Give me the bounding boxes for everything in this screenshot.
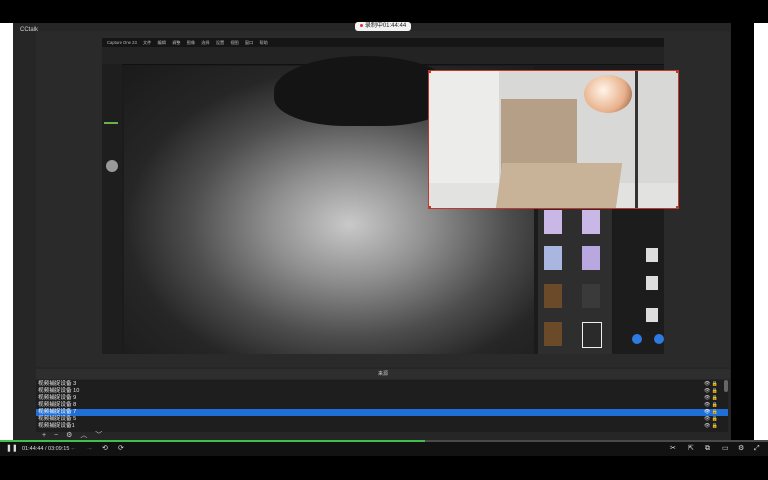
source-row[interactable]: 视频捕捉设备1 👁 🔒 — [36, 423, 728, 430]
file-thumbnail — [646, 308, 658, 322]
pause-icon[interactable]: ❚❚ — [6, 442, 18, 456]
recording-label: 录制中01:44:44 — [364, 23, 407, 29]
thumbnail — [544, 246, 562, 270]
player-controls: ❚❚ 01:44:44 / 03:09:15 ← → ⟲ ⟳ ✂ ⇱ ⧉ ▭ ⚙… — [0, 442, 768, 456]
source-label: 视频捕捉设备 5 — [38, 416, 77, 422]
menu-item: 窗口 — [244, 40, 254, 45]
scissors-icon[interactable]: ✂ — [670, 442, 676, 456]
move-down-button[interactable]: ﹀ — [95, 432, 102, 439]
light-stand — [635, 71, 638, 208]
source-label: 视频捕捉设备 8 — [38, 402, 77, 408]
avatar — [632, 334, 642, 344]
source-row[interactable]: 视频捕捉设备 8 👁 🔒 — [36, 402, 728, 409]
list-scrollbar[interactable] — [724, 380, 728, 392]
menu-item: 帮助 — [259, 40, 268, 45]
floor-board — [495, 163, 623, 208]
capture-menubar: Capture One 23 文件 编辑 调整 图像 选择 设置 视图 窗口 帮… — [102, 38, 664, 47]
record-dot-icon — [359, 23, 363, 27]
source-row-selected[interactable]: 视频捕捉设备 7 👁 🔒 — [36, 409, 728, 416]
hat-shape — [274, 56, 454, 126]
source-label: 视频捕捉设备 3 — [38, 381, 77, 387]
time-current: 01:44:44 — [22, 446, 44, 452]
thumbnail — [582, 210, 600, 234]
source-row[interactable]: 视频捕捉设备 9 👁 🔒 — [36, 395, 728, 402]
sources-header: 来源 — [36, 369, 730, 379]
settings-icon[interactable]: ⚙ — [738, 442, 744, 456]
sources-toolbar: + − ⚙ ︿ ﹀ — [36, 432, 156, 440]
next-icon[interactable]: → — [86, 442, 93, 456]
source-row[interactable]: 视频捕捉设备 3 👁 🔒 — [36, 381, 728, 388]
webcam-overlay[interactable] — [428, 70, 679, 209]
time-total: 03:09:15 — [48, 446, 70, 452]
visibility-lock-icon[interactable]: 👁 🔒 — [704, 395, 718, 402]
thumbnail — [582, 284, 600, 308]
tool-indicator — [104, 122, 118, 124]
add-source-button[interactable]: + — [42, 432, 46, 439]
file-thumbnail — [646, 276, 658, 290]
prev-icon[interactable]: ← — [70, 442, 77, 456]
sources-list: 视频捕捉设备 3 👁 🔒 视频捕捉设备 10 👁 🔒 视频捕捉设备 9 👁 🔒 视频捕… — [36, 380, 728, 432]
visibility-lock-icon[interactable]: 👁 🔒 — [704, 416, 718, 423]
visibility-lock-icon[interactable]: 👁 🔒 — [704, 409, 718, 416]
resize-handle[interactable] — [429, 71, 431, 73]
recording-badge: 录制中01:44:44 — [355, 22, 411, 31]
visibility-lock-icon[interactable]: 👁 🔒 — [704, 381, 718, 388]
move-up-button[interactable]: ︿ — [80, 432, 87, 439]
file-thumbnail — [646, 248, 658, 262]
visibility-lock-icon[interactable]: 👁 🔒 — [704, 423, 718, 430]
dial-icon — [106, 160, 118, 172]
rewind-15-icon[interactable]: ⟲ — [102, 442, 108, 456]
fullscreen-icon[interactable]: ⤢ — [754, 442, 760, 456]
resize-handle[interactable] — [676, 206, 678, 208]
menu-item: 文件 — [142, 40, 152, 45]
menu-item: 编辑 — [157, 40, 166, 45]
share-icon[interactable]: ⇱ — [688, 442, 694, 456]
source-label: 视频捕捉设备1 — [38, 423, 75, 429]
source-row[interactable]: 视频捕捉设备 10 👁 🔒 — [36, 388, 728, 395]
thumbnail — [544, 322, 562, 346]
source-row[interactable]: 视频捕捉设备 5 👁 🔒 — [36, 416, 728, 423]
thumbnail — [544, 284, 562, 308]
remove-source-button[interactable]: − — [54, 432, 58, 439]
capture-app-title: Capture One 23 — [107, 40, 137, 45]
resize-handle[interactable] — [676, 71, 678, 73]
pip-icon[interactable]: ⧉ — [705, 442, 710, 456]
menu-item: 选择 — [201, 40, 210, 45]
resize-handle[interactable] — [429, 206, 431, 208]
studio-lamp — [584, 75, 632, 113]
thumbnail-browser — [538, 206, 612, 354]
chat-icon — [654, 334, 664, 344]
subtitle-icon[interactable]: ▭ — [722, 442, 729, 456]
source-label: 视频捕捉设备 9 — [38, 395, 77, 401]
thumbnail — [582, 322, 602, 348]
right-white-border — [754, 23, 768, 440]
capture-left-tools — [102, 64, 122, 354]
menu-item: 设置 — [215, 40, 225, 45]
menu-item: 调整 — [172, 40, 181, 45]
forward-15-icon[interactable]: ⟳ — [118, 442, 124, 456]
menu-item: 图像 — [186, 40, 196, 45]
source-label: 视频捕捉设备 7 — [38, 409, 77, 415]
thumbnail — [544, 210, 562, 234]
visibility-lock-icon[interactable]: 👁 🔒 — [704, 402, 718, 409]
source-label: 视频捕捉设备 10 — [38, 388, 80, 394]
visibility-lock-icon[interactable]: 👁 🔒 — [704, 388, 718, 395]
thumbnail — [582, 246, 600, 270]
source-settings-button[interactable]: ⚙ — [66, 432, 72, 439]
time-display: 01:44:44 / 03:09:15 — [22, 446, 70, 452]
menu-item: 视图 — [230, 40, 239, 45]
chat-panel — [614, 206, 664, 354]
left-white-border — [0, 23, 13, 440]
